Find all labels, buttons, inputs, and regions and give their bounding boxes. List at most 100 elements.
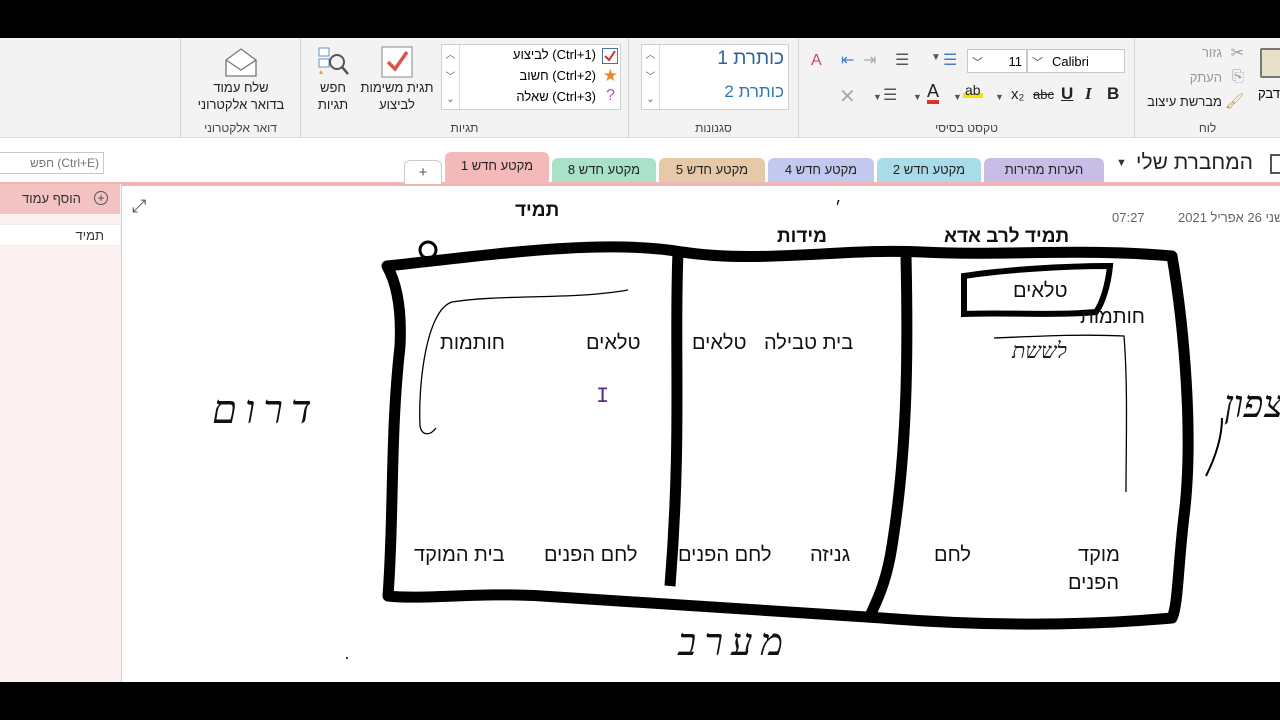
cut-label: גזור: [1201, 45, 1222, 60]
section-tab-label: מקטע חדש 4: [784, 162, 858, 177]
ribbon: שלח עמוד בדואר אלקטרוני דואר אלקטרוני חפ…: [0, 38, 1280, 138]
star-icon: ★: [602, 66, 618, 85]
paintbrush-icon: 🖌: [1224, 93, 1244, 110]
handwriting-sheshes: לששת: [1012, 339, 1067, 364]
strikethrough-icon[interactable]: abc: [1033, 87, 1054, 102]
label-tamid-lerav-ada[interactable]: תמיד לרב אדא: [944, 226, 1069, 248]
chevron-down-icon[interactable]: ▼: [913, 92, 922, 102]
tag-item-question[interactable]: שאלה (Ctrl+3) ?: [448, 87, 618, 108]
highlight-icon[interactable]: ab: [963, 82, 983, 98]
styles-expand[interactable]: ⌄: [642, 89, 660, 111]
label-geniza[interactable]: גניזה: [810, 544, 850, 567]
send-page-email-button[interactable]: שלח עמוד בדואר אלקטרוני: [187, 44, 295, 116]
page-item[interactable]: תמיד: [0, 224, 120, 246]
label-talaim-box[interactable]: טלאים: [1013, 280, 1068, 303]
font-size-dropdown-icon: ﹀: [972, 57, 983, 69]
underline-icon[interactable]: U: [1061, 84, 1073, 104]
basic-text-group-label: טקסט בסיסי: [935, 121, 998, 135]
chevron-down-icon: ▼: [1116, 157, 1127, 169]
section-tab-new1[interactable]: מקטע חדש 1: [445, 152, 549, 184]
handwriting-east: צפון: [1224, 382, 1280, 426]
find-tags-button[interactable]: חפש תגיות: [311, 44, 355, 116]
section-tab-new4[interactable]: מקטע חדש 4: [768, 158, 874, 182]
search-box[interactable]: [0, 152, 104, 174]
letterbox-top: [0, 0, 1280, 38]
label-talaim-mid[interactable]: טלאים: [692, 332, 747, 355]
label-chotamot-left[interactable]: חותמות: [440, 332, 505, 355]
font-color-icon[interactable]: A: [927, 82, 940, 104]
styles-scroll-down[interactable]: ﹀: [642, 67, 660, 89]
label-hapanim[interactable]: הפנים: [1068, 572, 1119, 595]
add-section-label: +: [418, 164, 428, 181]
label-lechem-hapanim-mid[interactable]: לחם הפנים: [678, 544, 772, 567]
numbering-icon[interactable]: ☰: [895, 50, 909, 70]
scissors-icon: ✂: [1230, 45, 1244, 62]
decrease-indent-icon[interactable]: ⇤: [841, 50, 854, 70]
tags-gallery: ︿ ﹀ ⌄ לביצוע (Ctrl+1) חשוב (Ctrl+2) ★ שא…: [441, 44, 621, 111]
increase-indent-icon[interactable]: ⇥: [863, 50, 876, 70]
label-comma-mark: ׳: [835, 200, 842, 217]
copy-icon: ⎘: [1231, 68, 1244, 85]
handwriting-west: דרום: [212, 387, 320, 433]
label-lechem[interactable]: לחם: [934, 544, 971, 567]
page-list-pane: הוסף עמוד + תמיד: [0, 184, 122, 682]
paste-label: דבק: [1258, 86, 1280, 101]
section-tab-new5[interactable]: מקטע חדש 5: [659, 158, 765, 182]
styles-group-label: סגנונות: [695, 121, 732, 135]
onenote-window: שלח עמוד בדואר אלקטרוני דואר אלקטרוני חפ…: [0, 38, 1280, 682]
plus-circle-icon: +: [94, 191, 108, 205]
chevron-down-icon[interactable]: ▼: [873, 92, 882, 102]
align-icon[interactable]: ☰: [883, 85, 897, 105]
style-heading1[interactable]: כותרת 1: [717, 48, 784, 70]
add-page-button[interactable]: הוסף עמוד +: [0, 184, 120, 214]
label-beit-hamokad[interactable]: בית המוקד: [414, 544, 505, 567]
section-tab-quick-notes[interactable]: הערות מהירות: [984, 158, 1104, 182]
label-chotamot-right[interactable]: חותמות: [1080, 306, 1145, 329]
bullets-icon[interactable]: ☰: [943, 50, 957, 70]
delete-icon[interactable]: ✕: [839, 84, 856, 109]
section-tab-label: מקטע חדש 1: [460, 158, 534, 173]
notebook-icon: [1270, 154, 1280, 174]
tags-group-label: תגיות: [450, 121, 479, 135]
styles-group: ︿ ﹀ ⌄ כותרת 1 כותרת 2 סגנונות: [628, 38, 798, 138]
page-canvas[interactable]: ⤢ יום שני 26 אפריל 2021 07:27 תמיד תמיד …: [122, 186, 1280, 682]
italic-icon[interactable]: I: [1085, 84, 1092, 104]
find-tags-icon: [318, 47, 349, 75]
font-name-combo[interactable]: ﹀ Calibri: [1027, 49, 1125, 73]
add-page-label: הוסף עמוד: [22, 191, 81, 206]
clear-formatting-icon[interactable]: A: [811, 52, 822, 70]
label-talaim-left[interactable]: טלאים: [586, 332, 641, 355]
section-tab-new8[interactable]: מקטע חדש 8: [552, 158, 656, 182]
todo-checkbox-icon: [602, 48, 618, 64]
label-beit-tevila[interactable]: בית טבילה: [764, 332, 853, 355]
send-page-email-line2: בדואר אלקטרוני: [197, 97, 285, 112]
text-cursor-icon: I: [596, 384, 610, 409]
tag-important-label: חשוב (Ctrl+2): [519, 68, 596, 83]
section-tab-label: הערות מהירות: [1004, 162, 1084, 177]
todo-tag-button[interactable]: תגית משימות לביצוע: [357, 44, 437, 116]
font-size-combo[interactable]: ﹀ 11: [967, 49, 1027, 73]
bold-icon[interactable]: B: [1107, 84, 1119, 104]
label-mokad[interactable]: מוקד: [1078, 544, 1120, 567]
font-name-dropdown-icon: ﹀: [1032, 57, 1043, 69]
style-heading2[interactable]: כותרת 2: [724, 82, 784, 102]
handwriting-south: מערב: [678, 620, 792, 664]
chevron-down-icon[interactable]: ▼: [931, 52, 941, 63]
subscript-icon[interactable]: x₂: [1011, 86, 1024, 103]
notebook-name: המחברת שלי: [1136, 151, 1253, 174]
search-input[interactable]: [0, 153, 103, 173]
notebook-picker[interactable]: ▼ המחברת שלי: [1112, 149, 1280, 179]
paste-button[interactable]: דבק: [1258, 44, 1280, 116]
find-tags-line1: חפש: [320, 80, 346, 95]
tag-item-important[interactable]: חשוב (Ctrl+2) ★: [448, 66, 618, 87]
add-section-tab[interactable]: +: [404, 160, 442, 184]
letterbox-bottom: [0, 682, 1280, 720]
section-tab-new2[interactable]: מקטע חדש 2: [877, 158, 981, 182]
label-lechem-hapanim-left[interactable]: לחם הפנים: [544, 544, 638, 567]
chevron-down-icon[interactable]: ▼: [995, 92, 1004, 102]
gallery-scroll-up[interactable]: ︿: [442, 45, 460, 67]
styles-scroll-up[interactable]: ︿: [642, 45, 660, 67]
send-page-email-line1: שלח עמוד: [213, 80, 269, 95]
label-midot[interactable]: מידות: [777, 226, 827, 248]
chevron-down-icon[interactable]: ▼: [953, 92, 962, 102]
